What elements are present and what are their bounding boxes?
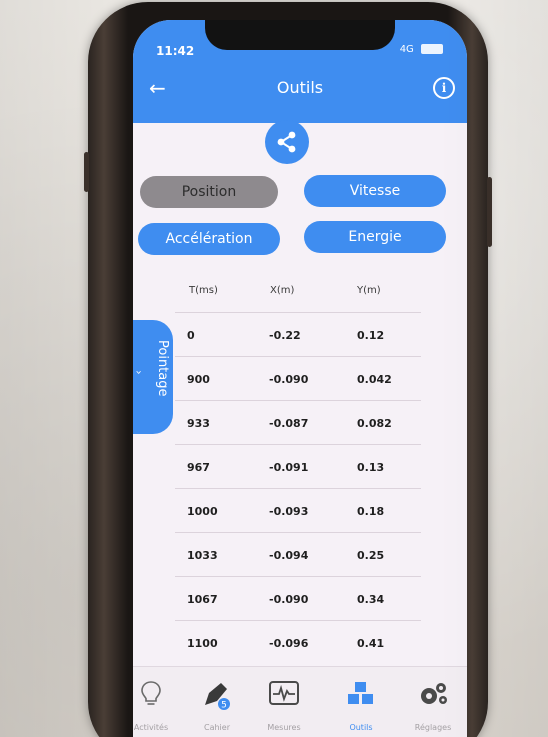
network-indicator: 4G [399, 44, 414, 55]
position-button[interactable]: Position [140, 176, 278, 208]
cell-y: 0.12 [357, 329, 385, 342]
battery-icon [421, 44, 443, 54]
cell-x: -0.090 [269, 593, 309, 606]
info-icon[interactable]: i [433, 77, 455, 99]
app-header: 11:42 4G ← Outils i [133, 20, 467, 123]
cell-x: -0.093 [269, 505, 309, 518]
table-row[interactable]: 1033 -0.094 0.25 [175, 532, 421, 577]
svg-text:5: 5 [221, 701, 227, 711]
table-row[interactable]: 900 -0.090 0.042 [175, 356, 421, 401]
cell-x: -0.090 [269, 373, 309, 386]
cell-y: 0.25 [357, 549, 385, 562]
cell-y: 0.082 [357, 417, 392, 430]
cell-t: 1033 [187, 549, 218, 562]
table-row[interactable]: 0 -0.22 0.12 [175, 312, 421, 357]
cell-x: -0.096 [269, 637, 309, 650]
status-time: 11:42 [156, 44, 195, 58]
nav-mesures[interactable]: Mesures [254, 679, 314, 732]
table-row[interactable]: 1000 -0.093 0.18 [175, 488, 421, 533]
table-row[interactable]: 1100 -0.096 0.41 [175, 620, 421, 665]
cell-t: 1100 [187, 637, 218, 650]
vitesse-button[interactable]: Vitesse [304, 175, 446, 207]
table-row[interactable]: 933 -0.087 0.082 [175, 400, 421, 445]
volume-button [84, 152, 89, 192]
cell-t: 900 [187, 373, 210, 386]
lightbulb-icon [141, 681, 161, 705]
cell-x: -0.094 [269, 549, 309, 562]
share-button[interactable] [265, 120, 309, 164]
waveform-icon [269, 681, 299, 705]
phone-notch [205, 20, 395, 50]
nav-reglages[interactable]: Réglages [403, 679, 463, 732]
bottom-navigation: Activités 5 Cahier Mesures Outils Réglag… [133, 666, 467, 737]
pointage-label: Pointage [155, 340, 170, 397]
pointage-side-tab[interactable]: Pointage › [133, 320, 173, 434]
energie-button[interactable]: Energie [304, 221, 446, 253]
column-header-y: Y(m) [357, 285, 381, 296]
status-indicators: 4G [400, 44, 443, 55]
power-button [487, 177, 492, 247]
nav-label-cahier: Cahier [204, 723, 230, 732]
cell-y: 0.41 [357, 637, 385, 650]
cell-y: 0.34 [357, 593, 385, 606]
column-header-t: T(ms) [189, 285, 218, 296]
cell-t: 0 [187, 329, 195, 342]
nav-outils[interactable]: Outils [331, 679, 391, 732]
cell-y: 0.18 [357, 505, 385, 518]
cell-t: 1000 [187, 505, 218, 518]
cell-y: 0.13 [357, 461, 385, 474]
gears-icon [421, 683, 447, 704]
phone-screen: 11:42 4G ← Outils i Position Vitesse Acc… [133, 20, 467, 737]
share-icon [277, 131, 296, 153]
nav-label-reglages: Réglages [414, 723, 452, 732]
pen-icon: 5 [205, 683, 230, 711]
cell-t: 967 [187, 461, 210, 474]
nav-label-mesures: Mesures [267, 723, 301, 732]
chevron-icon: › [133, 370, 146, 375]
table-row[interactable]: 1067 -0.090 0.34 [175, 576, 421, 621]
cell-x: -0.091 [269, 461, 309, 474]
nav-label-activites: Activités [133, 723, 169, 732]
cell-x: -0.087 [269, 417, 309, 430]
cubes-icon [348, 682, 373, 704]
cell-t: 1067 [187, 593, 218, 606]
acceleration-button[interactable]: Accélération [138, 223, 280, 255]
nav-label-outils: Outils [349, 723, 373, 732]
cell-y: 0.042 [357, 373, 392, 386]
table-row[interactable]: 967 -0.091 0.13 [175, 444, 421, 489]
cell-t: 933 [187, 417, 210, 430]
nav-cahier[interactable]: 5 Cahier [187, 679, 247, 732]
column-header-x: X(m) [270, 285, 295, 296]
page-title: Outils [276, 78, 324, 97]
nav-activites[interactable]: Activités [133, 679, 181, 732]
cell-x: -0.22 [269, 329, 301, 342]
